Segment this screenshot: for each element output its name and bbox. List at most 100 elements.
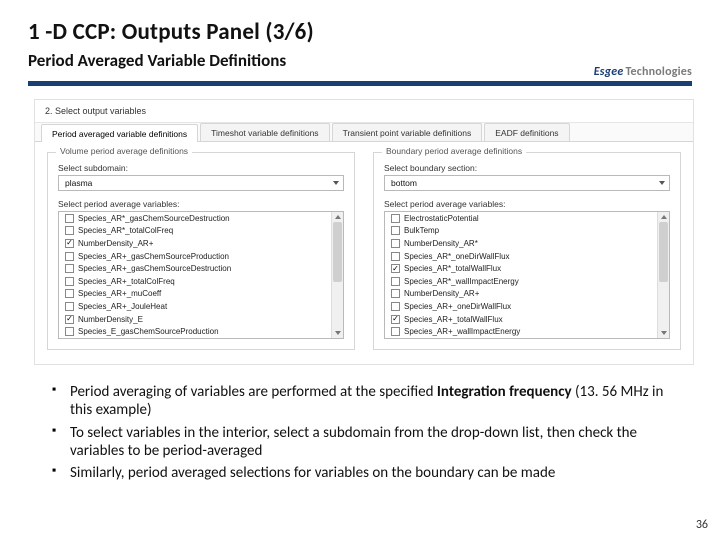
list-item[interactable]: Species_AR*_gasChemSourceDestruction bbox=[59, 212, 331, 225]
checkbox[interactable] bbox=[391, 252, 400, 261]
list-item-label: Species_AR+_totalWallFlux bbox=[404, 315, 503, 324]
volume-variable-list[interactable]: Species_AR*_gasChemSourceDestruction Spec… bbox=[58, 211, 344, 339]
brand-logo: EsgeeTechnologies bbox=[594, 65, 692, 79]
list-item[interactable]: NumberDensity_E bbox=[59, 313, 331, 326]
list-item-label: Species_AR*_gasChemSourceDestruction bbox=[78, 214, 230, 223]
list-item-label: NumberDensity_E bbox=[78, 315, 143, 324]
checkbox[interactable] bbox=[391, 264, 400, 273]
list-item[interactable]: Species_AR+_gasChemSourceDestruction bbox=[59, 262, 331, 275]
list-item-label: Species_AR*_wallImpactEnergy bbox=[404, 277, 519, 286]
checkbox[interactable] bbox=[391, 239, 400, 248]
list-item[interactable]: ElectrostaticPotential bbox=[385, 212, 657, 225]
slide-subtitle: Period Averaged Variable Definitions bbox=[28, 50, 692, 71]
list-item[interactable]: Species_AR+_muCoeff bbox=[59, 288, 331, 301]
boundary-variable-list[interactable]: ElectrostaticPotential BulkTemp NumberDens… bbox=[384, 211, 670, 339]
list-item-label: Species_AR+_gasChemSourceDestruction bbox=[78, 264, 231, 273]
volume-avg-title: Volume period average definitions bbox=[56, 146, 192, 156]
list-item[interactable]: NumberDensity_AR+ bbox=[59, 237, 331, 250]
list-item-label: Species_AR*_oneDirWallFlux bbox=[404, 252, 510, 261]
boundary-section-label: Select boundary section: bbox=[384, 163, 670, 173]
checkbox[interactable] bbox=[391, 214, 400, 223]
bullet-list: Period averaging of variables are perfor… bbox=[52, 383, 684, 482]
list-item-label: Species_AR+_muCoeff bbox=[78, 289, 161, 298]
checkbox[interactable] bbox=[391, 289, 400, 298]
scroll-up-icon[interactable] bbox=[334, 213, 341, 221]
list-item-label: NumberDensity_AR* bbox=[404, 239, 478, 248]
checkbox[interactable] bbox=[391, 327, 400, 336]
tab-0[interactable]: Period averaged variable definitions bbox=[41, 124, 198, 142]
list-item[interactable]: Species_AR+_oneDirWallFlux bbox=[385, 300, 657, 313]
list-item-label: Species_E_gasChemSourceProduction bbox=[78, 327, 219, 336]
checkbox[interactable] bbox=[391, 302, 400, 311]
list-item[interactable]: Species_AR*_totalWallFlux bbox=[385, 262, 657, 275]
checkbox[interactable] bbox=[65, 252, 74, 261]
boundary-section-combo[interactable]: bottom bbox=[384, 175, 670, 191]
bullet-item: To select variables in the interior, sel… bbox=[52, 424, 684, 461]
list-item-label: NumberDensity_AR+ bbox=[78, 239, 153, 248]
slide-title: 1 -D CCP: Outputs Panel (3/6) bbox=[28, 18, 692, 46]
checkbox[interactable] bbox=[65, 315, 74, 324]
bullet-item: Period averaging of variables are perfor… bbox=[52, 383, 684, 420]
list-item-label: ElectrostaticPotential bbox=[404, 214, 479, 223]
checkbox[interactable] bbox=[391, 315, 400, 324]
checkbox[interactable] bbox=[65, 289, 74, 298]
subdomain-label: Select subdomain: bbox=[58, 163, 344, 173]
checkbox[interactable] bbox=[65, 264, 74, 273]
subdomain-value: plasma bbox=[65, 178, 92, 188]
checkbox[interactable] bbox=[65, 226, 74, 235]
list-item-label: Species_AR*_totalWallFlux bbox=[404, 264, 501, 273]
checkbox[interactable] bbox=[65, 277, 74, 286]
list-item-label: NumberDensity_AR+ bbox=[404, 289, 479, 298]
tab-bar: Period averaged variable definitionsTime… bbox=[35, 123, 693, 142]
tab-2[interactable]: Transient point variable definitions bbox=[332, 123, 483, 141]
list-item-label: BulkTemp bbox=[404, 226, 439, 235]
boundary-avg-title: Boundary period average definitions bbox=[382, 146, 526, 156]
tab-3[interactable]: EADF definitions bbox=[484, 123, 569, 141]
checkbox[interactable] bbox=[65, 214, 74, 223]
checkbox[interactable] bbox=[65, 302, 74, 311]
list-item-label: Species_AR*_totalColFreq bbox=[78, 226, 173, 235]
list-item[interactable]: BulkTemp bbox=[385, 225, 657, 238]
list-item[interactable]: Species_AR*_wallImpactEnergy bbox=[385, 275, 657, 288]
title-divider bbox=[28, 81, 692, 86]
scrollbar[interactable] bbox=[657, 212, 669, 338]
scroll-down-icon[interactable] bbox=[334, 329, 341, 337]
scroll-thumb[interactable] bbox=[659, 222, 668, 282]
list-item-label: Species_AR+_gasChemSourceProduction bbox=[78, 252, 229, 261]
checkbox[interactable] bbox=[391, 226, 400, 235]
list-item[interactable]: Species_E_gasChemSourceProduction bbox=[59, 325, 331, 338]
list-item[interactable]: Species_AR+_wallImpactEnergy bbox=[385, 325, 657, 338]
list-item[interactable]: NumberDensity_AR+ bbox=[385, 288, 657, 301]
list-item[interactable]: Species_AR+_totalColFreq bbox=[59, 275, 331, 288]
list-item[interactable]: Species_AR*_oneDirWallFlux bbox=[385, 250, 657, 263]
list-item[interactable]: Species_AR*_totalColFreq bbox=[59, 225, 331, 238]
checkbox[interactable] bbox=[65, 327, 74, 336]
scroll-up-icon[interactable] bbox=[660, 213, 667, 221]
list-item[interactable]: Species_AR+_gasChemSourceProduction bbox=[59, 250, 331, 263]
list-item[interactable]: NumberDensity_AR* bbox=[385, 237, 657, 250]
page-number: 36 bbox=[696, 518, 708, 532]
boundary-avg-group: Boundary period average definitions Sele… bbox=[373, 152, 681, 350]
bullet-item: Similarly, period averaged selections fo… bbox=[52, 464, 684, 482]
scrollbar[interactable] bbox=[331, 212, 343, 338]
list-item[interactable]: Species_AR+_totalWallFlux bbox=[385, 313, 657, 326]
list-item-label: Species_AR+_JouleHeat bbox=[78, 302, 167, 311]
list-item-label: Species_AR+_totalColFreq bbox=[78, 277, 175, 286]
tab-1[interactable]: Timeshot variable definitions bbox=[200, 123, 329, 141]
brand-sub: Technologies bbox=[625, 65, 692, 79]
scroll-thumb[interactable] bbox=[333, 222, 342, 282]
step-heading: 2. Select output variables bbox=[35, 100, 693, 123]
volume-list-label: Select period average variables: bbox=[58, 199, 344, 209]
checkbox[interactable] bbox=[65, 239, 74, 248]
chevron-down-icon bbox=[659, 181, 665, 185]
subdomain-combo[interactable]: plasma bbox=[58, 175, 344, 191]
outputs-panel-screenshot: 2. Select output variables Period averag… bbox=[34, 99, 694, 365]
list-item-label: Species_AR+_wallImpactEnergy bbox=[404, 327, 520, 336]
volume-avg-group: Volume period average definitions Select… bbox=[47, 152, 355, 350]
checkbox[interactable] bbox=[391, 277, 400, 286]
list-item-label: Species_AR+_oneDirWallFlux bbox=[404, 302, 511, 311]
chevron-down-icon bbox=[333, 181, 339, 185]
boundary-list-label: Select period average variables: bbox=[384, 199, 670, 209]
list-item[interactable]: Species_AR+_JouleHeat bbox=[59, 300, 331, 313]
scroll-down-icon[interactable] bbox=[660, 329, 667, 337]
